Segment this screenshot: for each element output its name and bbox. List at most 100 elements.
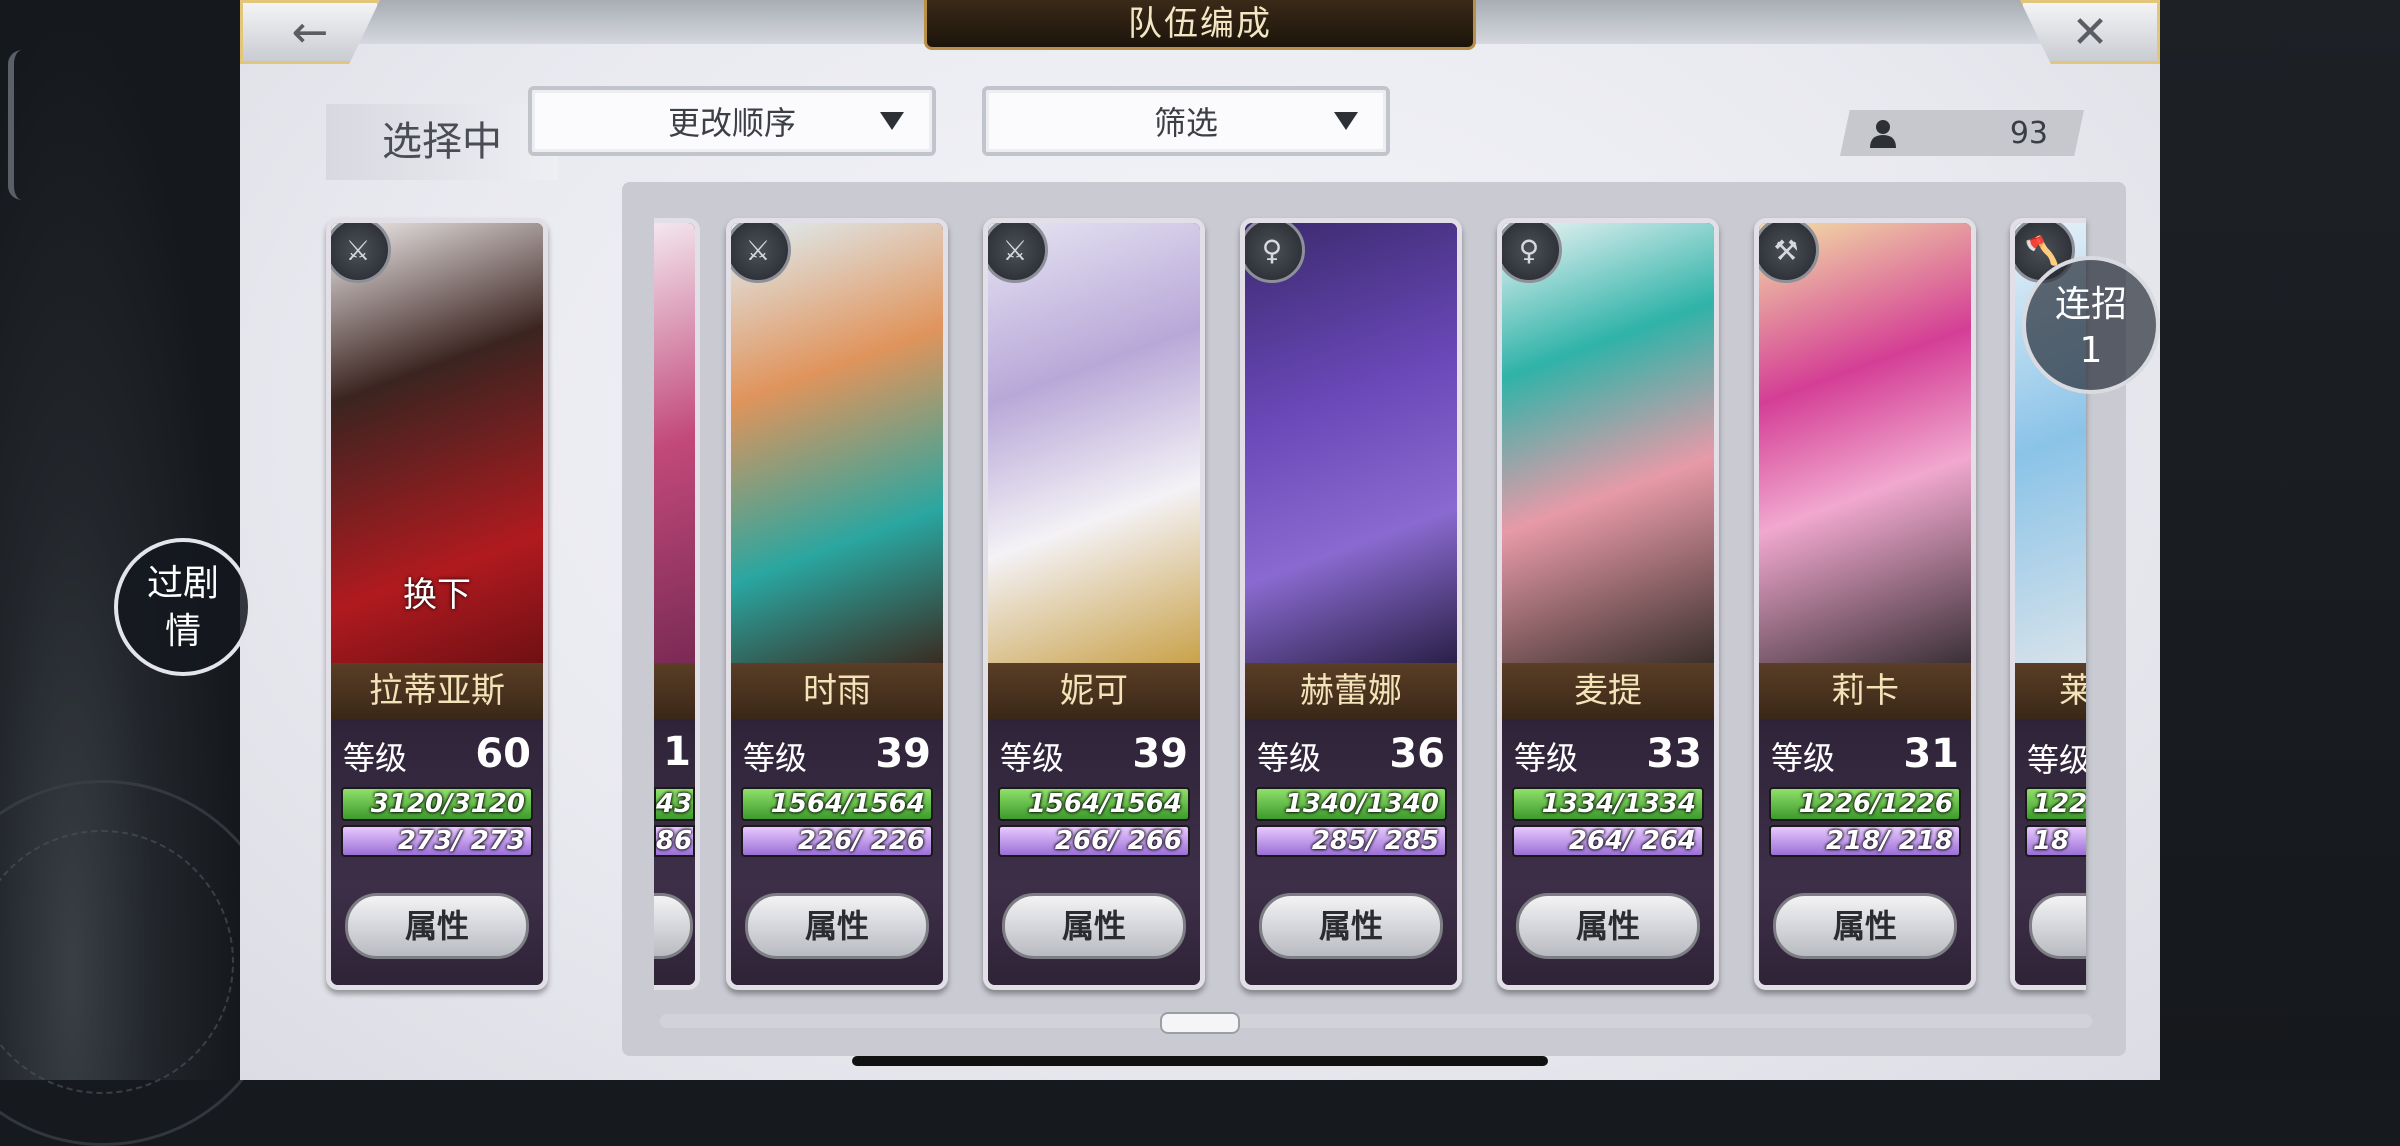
page-title: 队伍编成 [924,0,1476,50]
hp-bar: 1564/1564 [741,787,933,821]
level-row: 等级 31 [1771,731,1959,777]
hp-bar: 3120/3120 [341,787,533,821]
sword-icon: ⚔ [988,223,1048,283]
level-value: 1 [663,729,691,775]
level-label: 等级 [1257,739,1322,777]
character-portrait [1502,223,1714,663]
chevron-down-icon [880,112,904,130]
close-button[interactable]: ✕ [2020,0,2160,64]
sword-icon: ⚔ [731,223,791,283]
level-row: 等级 60 [343,731,531,777]
skip-cutscene-label-line1: 过剧 [146,563,219,604]
team-formation-screen: ← 队伍编成 ✕ 选择中 更改顺序 筛选 93 换下 ⚔ 拉蒂亚斯 等级 60 … [240,0,2160,1080]
hp-bar: 1334/1334 [1512,787,1704,821]
hammer-icon: ⚒ [1759,223,1819,283]
character-stats: 等级 39 1564/1564 266/ 266 属性 [988,719,1200,985]
selecting-label: 选择中 [326,104,558,180]
scrollbar-thumb[interactable] [1160,1012,1240,1034]
hp-bar: 1564/1564 [998,787,1190,821]
level-row: 等级 39 [1000,731,1188,777]
level-label: 等级 [1514,739,1579,777]
character-name: 赫蕾娜 [1245,663,1457,719]
level-value: 33 [1646,731,1702,777]
mp-bar: 266/ 266 [998,825,1190,857]
attributes-button[interactable]: 属性 [745,893,929,959]
character-stats: 等级 36 1340/1340 285/ 285 属性 [1245,719,1457,985]
right-background [2160,0,2400,1080]
home-indicator[interactable] [852,1056,1548,1066]
sword-icon: ⚔ [331,223,391,283]
chevron-down-icon [1334,112,1358,130]
level-label: 等级 [743,739,808,777]
character-stats: 等级 39 1564/1564 226/ 226 属性 [731,719,943,985]
character-card[interactable]: ♀ 赫蕾娜 等级 36 1340/1340 285/ 285 属性 [1240,218,1462,990]
mp-bar: 273/ 273 [341,825,533,857]
character-card[interactable]: ⚔ 时雨 等级 39 1564/1564 226/ 226 属性 [726,218,948,990]
partial-character-card[interactable]: 1 43 86 [654,218,700,990]
character-stats: 等级 60 3120/3120 273/ 273 属性 [331,719,543,985]
character-portrait [1245,223,1457,663]
person-icon [1870,120,1896,148]
level-label: 等级 [1000,739,1065,777]
attributes-button[interactable] [2029,893,2086,959]
character-name: 麦提 [1502,663,1714,719]
selected-character-card[interactable]: 换下 ⚔ 拉蒂亚斯 等级 60 3120/3120 273/ 273 属性 [326,218,548,990]
attributes-button[interactable]: 属性 [1259,893,1443,959]
level-value: 60 [475,731,531,777]
combo-button[interactable]: 连招 1 [2022,256,2160,394]
mp-bar: 218/ 218 [1769,825,1961,857]
level-label: 等级 [343,739,408,777]
character-name-bar [654,663,695,719]
combo-value: 1 [2079,330,2103,371]
mp-bar: 86 [654,825,695,857]
character-name: 莉卡 [1759,663,1971,719]
character-name: 拉蒂亚斯 [331,663,543,719]
staff-icon: ♀ [1502,223,1562,283]
character-portrait [988,223,1200,663]
skip-cutscene-button[interactable]: 过剧 情 [114,538,252,676]
back-button[interactable]: ← [240,0,380,64]
character-portrait [654,223,695,663]
character-stats: 等级 33 1334/1334 264/ 264 属性 [1502,719,1714,985]
swap-out-label[interactable]: 换下 [331,567,543,616]
filter-label: 筛选 [1153,104,1218,142]
character-card[interactable]: ⚔ 妮可 等级 39 1564/1564 266/ 266 属性 [983,218,1205,990]
edge-curve-decoration [8,50,22,200]
mp-bar: 285/ 285 [1255,825,1447,857]
back-arrow-icon: ← [291,6,329,58]
roster-count: 93 [2009,116,2048,151]
attributes-button[interactable]: 属性 [1002,893,1186,959]
level-value: 36 [1389,731,1445,777]
character-card[interactable]: ⚒ 莉卡 等级 31 1226/1226 218/ 218 属性 [1754,218,1976,990]
left-background [0,0,286,1146]
mp-bar: 264/ 264 [1512,825,1704,857]
character-card[interactable]: ♀ 麦提 等级 33 1334/1334 264/ 264 属性 [1497,218,1719,990]
hp-bar: 1226/1226 [1769,787,1961,821]
character-portrait [731,223,943,663]
level-row: 等级 33 [1514,731,1702,777]
skip-cutscene-label-line2: 情 [164,611,201,652]
level-label: 等级 [2027,741,2086,779]
attributes-button[interactable]: 属性 [1516,893,1700,959]
filter-dropdown[interactable]: 筛选 [982,86,1390,156]
change-order-label: 更改顺序 [667,104,796,142]
character-name: 时雨 [731,663,943,719]
attributes-button[interactable] [654,893,693,959]
level-row: 等级 36 [1257,731,1445,777]
horizontal-scrollbar[interactable] [660,1014,2092,1028]
mp-bar: 18 [2025,825,2086,857]
attributes-button[interactable]: 属性 [1773,893,1957,959]
hp-bar: 43 [654,787,695,821]
level-label: 等级 [1771,739,1836,777]
hp-bar: 122 [2025,787,2086,821]
character-stats: 等级 122 18 [2015,719,2086,985]
level-value: 39 [1132,731,1188,777]
change-order-dropdown[interactable]: 更改顺序 [528,86,936,156]
character-name: 妮可 [988,663,1200,719]
roster-count-badge: 93 [1840,110,2084,156]
attributes-button[interactable]: 属性 [345,893,529,959]
character-stats: 等级 31 1226/1226 218/ 218 属性 [1759,719,1971,985]
level-row: 等级 39 [743,731,931,777]
staff-icon: ♀ [1245,223,1305,283]
close-icon: ✕ [2071,6,2109,58]
